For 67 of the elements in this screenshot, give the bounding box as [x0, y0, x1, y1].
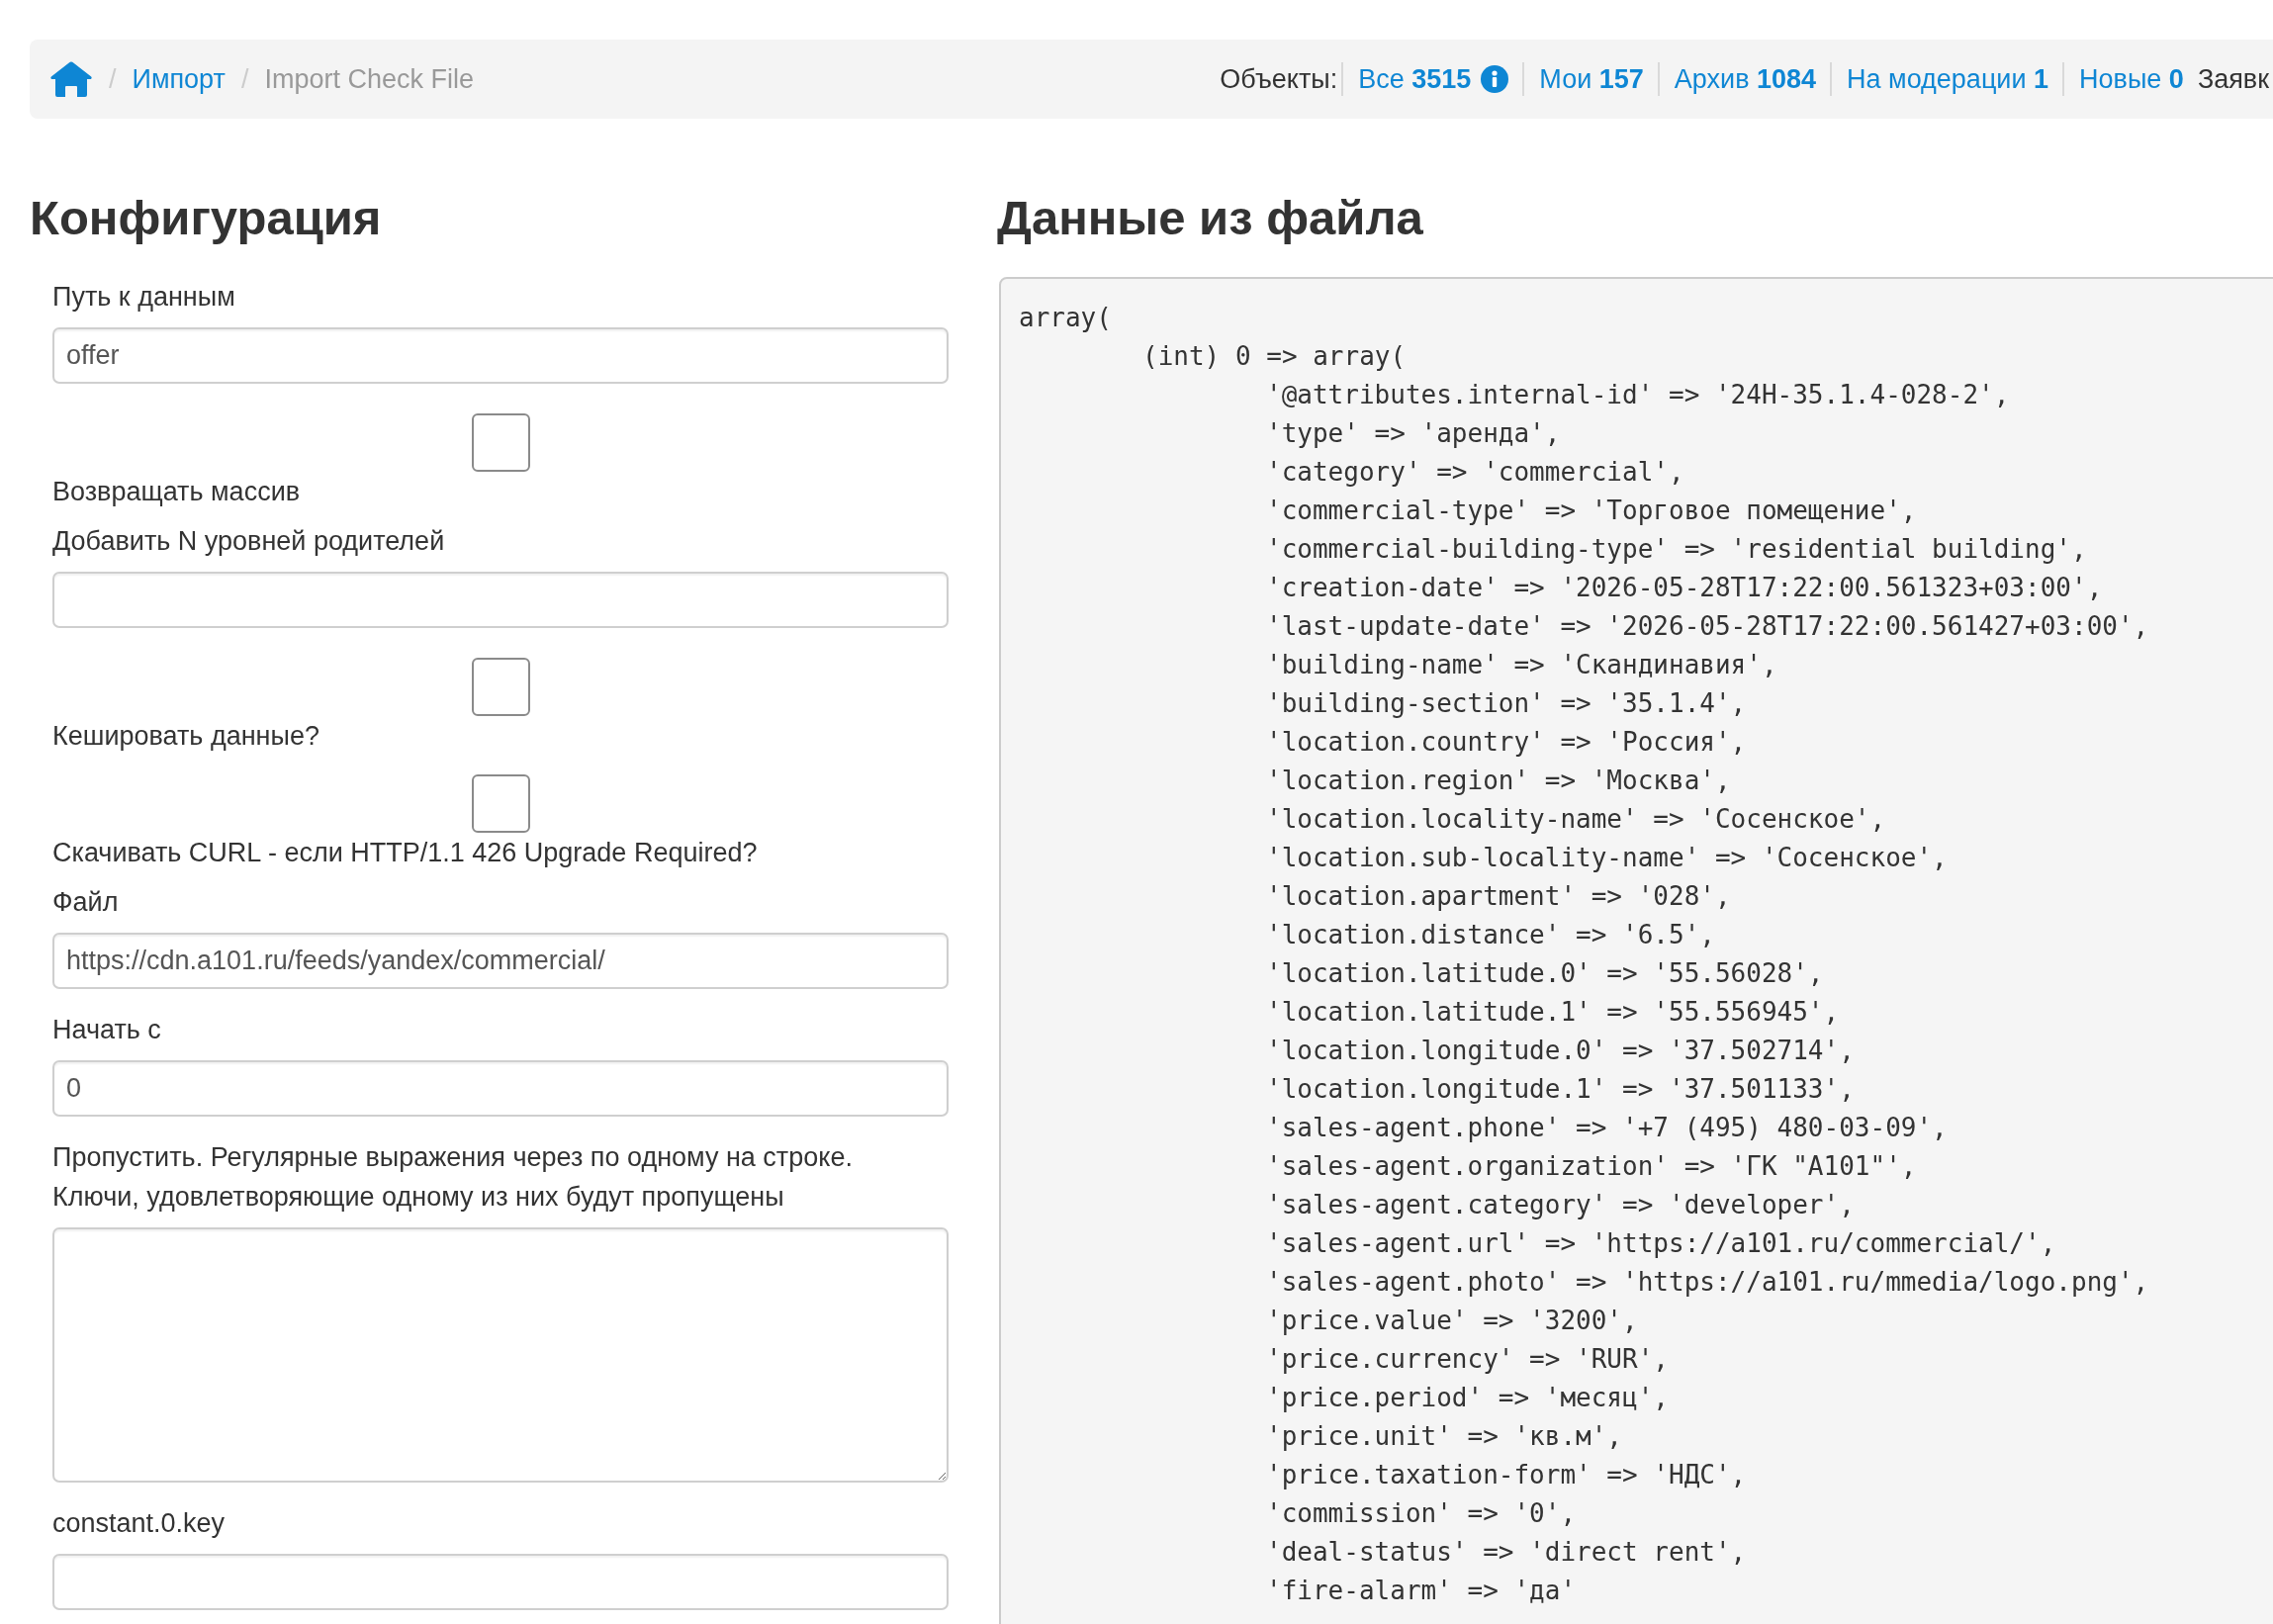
code-line: 'sales-agent.phone' => '+7 (495) 480-03-09',: [1266, 1112, 1948, 1144]
code-line: 'location.country' => 'Россия',: [1266, 726, 1747, 759]
code-line: 'location.latitude.0' => '55.56028',: [1266, 957, 1824, 990]
checkbox-label: Скачивать CURL - если HTTP/1.1 426 Upgrade Required?: [52, 837, 758, 869]
info-icon[interactable]: [1481, 65, 1509, 93]
code-line: 'last-update-date' => '2026-05-28T17:22:00.561427+03:00',: [1266, 610, 2149, 643]
field-label: Начать с: [52, 1014, 161, 1046]
text-input[interactable]: offer: [52, 327, 949, 384]
code-line: 'location.longitude.1' => '37.501133',: [1266, 1073, 1855, 1106]
code-line: 'deal-status' => 'direct rent',: [1266, 1536, 1747, 1569]
code-line: 'sales-agent.url' => 'https://a101.ru/commercial/',: [1266, 1227, 2056, 1260]
checkbox[interactable]: [471, 413, 530, 472]
code-line: 'price.period' => 'месяц',: [1266, 1382, 1669, 1414]
code-line: 'sales-agent.photo' => 'https://a101.ru/mmedia/logo.png',: [1266, 1266, 2149, 1299]
code-line: 'price.value' => '3200',: [1266, 1305, 1638, 1337]
code-line: 'commercial-building-type' => 'residential building',: [1266, 533, 2087, 566]
code-line: 'creation-date' => '2026-05-28T17:22:00.561323+03:00',: [1266, 572, 2103, 604]
home-icon[interactable]: [49, 60, 93, 98]
code-line: 'location.region' => 'Москва',: [1266, 765, 1731, 797]
code-line: 'location.distance' => '6.5',: [1266, 919, 1715, 951]
code-line: 'sales-agent.organization' => 'ГК "А101"',: [1266, 1150, 1917, 1183]
code-line: array(: [1019, 302, 1112, 334]
code-line: 'price.currency' => 'RUR',: [1266, 1343, 1669, 1376]
checkbox-label: Кешировать данные?: [52, 720, 319, 753]
filter-link[interactable]: Все 3515: [1341, 62, 1523, 96]
breadcrumb-current: Import Check File: [264, 62, 474, 96]
code-line: 'location.latitude.1' => '55.556945',: [1266, 996, 1840, 1029]
filter-link[interactable]: Новые 0: [2062, 62, 2198, 96]
checkbox[interactable]: [471, 658, 530, 716]
code-line: 'location.locality-name' => 'Сосенское',: [1266, 803, 1886, 836]
section-label: Объекты:: [1220, 62, 1339, 96]
field-label: Добавить N уровней родителей: [52, 525, 445, 558]
field-label: constant.0.key: [52, 1507, 226, 1540]
textarea-field[interactable]: [52, 1227, 949, 1483]
code-line: 'commercial-type' => 'Торговое помещение',: [1266, 495, 1917, 527]
code-line: 'building-name' => 'Скандинавия',: [1266, 649, 1777, 681]
field-label: Путь к данным: [52, 281, 235, 314]
code-line: 'price.taxation-form' => 'НДС',: [1266, 1459, 1747, 1491]
checkbox-label: Возвращать массив: [52, 476, 301, 508]
filter-link[interactable]: Архив 1084: [1657, 62, 1831, 96]
field-label: Пропустить. Регулярные выражения через по одному на строке. Ключи, удовлетворяющие одному из них будут пропущены: [52, 1141, 854, 1214]
text-input[interactable]: https://cdn.a101.ru/feeds/yandex/commercial/: [52, 933, 949, 989]
code-line: 'fire-alarm' => 'да': [1266, 1575, 1577, 1607]
code-line: 'location.apartment' => '028',: [1266, 880, 1731, 913]
filter-link[interactable]: На модерации 1: [1830, 62, 2063, 96]
section-heading: Данные из файла: [997, 190, 1423, 246]
code-line: 'price.unit' => 'кв.м',: [1266, 1420, 1623, 1453]
breadcrumb-link[interactable]: Импорт: [132, 58, 226, 100]
breadcrumb-separator: /: [239, 62, 250, 96]
text-input[interactable]: [52, 572, 949, 628]
code-line: 'type' => 'аренда',: [1266, 417, 1561, 450]
code-line: 'location.longitude.0' => '37.502714',: [1266, 1035, 1855, 1067]
breadcrumb-separator: /: [108, 62, 118, 96]
text-input[interactable]: [52, 1554, 949, 1610]
code-line: 'category' => 'commercial',: [1266, 456, 1684, 489]
code-line: 'commission' => '0',: [1266, 1497, 1577, 1530]
code-line: 'sales-agent.category' => 'developer',: [1266, 1189, 1855, 1221]
code-line: (int) 0 => array(: [1142, 340, 1407, 373]
section-label: Заявк: [2197, 62, 2270, 96]
text-input[interactable]: 0: [52, 1060, 949, 1117]
checkbox[interactable]: [471, 774, 530, 833]
field-label: Файл: [52, 886, 119, 919]
section-heading: Конфигурация: [30, 190, 382, 246]
code-line: 'location.sub-locality-name' => 'Сосенское',: [1266, 842, 1948, 874]
code-line: 'building-section' => '35.1.4',: [1266, 687, 1747, 720]
code-line: '@attributes.internal-id' => '24H-35.1.4-028-2',: [1266, 379, 2010, 411]
filter-link[interactable]: Мои 157: [1522, 62, 1658, 96]
